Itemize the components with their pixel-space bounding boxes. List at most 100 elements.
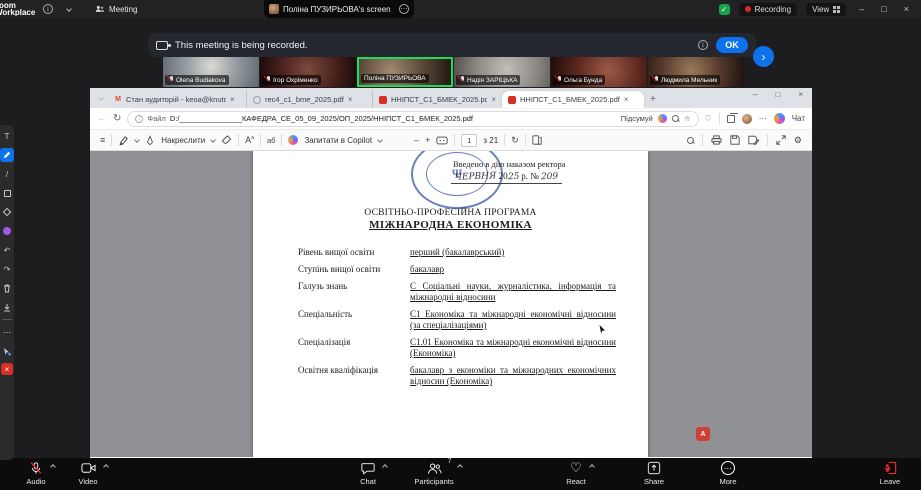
more-button[interactable]: ⋯ More bbox=[700, 460, 756, 486]
view-button[interactable]: View bbox=[806, 3, 846, 16]
page-view-icon[interactable] bbox=[532, 135, 542, 145]
video-tile[interactable]: Людмила Мельник bbox=[648, 57, 744, 87]
draw-label[interactable]: Накреслити bbox=[161, 136, 205, 145]
browser-tab-gmail[interactable]: M Стан аудиторій - keoa@knutd.co × bbox=[108, 91, 246, 108]
react-options-chevron[interactable] bbox=[589, 464, 595, 470]
line-tool-icon[interactable]: / bbox=[0, 167, 14, 181]
share-button[interactable]: Share bbox=[626, 460, 682, 486]
save-as-icon[interactable] bbox=[748, 135, 759, 145]
rotate-icon[interactable]: ↻ bbox=[511, 135, 519, 146]
security-shield-icon[interactable]: ✓ bbox=[719, 4, 730, 15]
close-annotation-icon[interactable]: × bbox=[1, 363, 13, 375]
field-row: Освітня кваліфікація бакалавр з економік… bbox=[298, 365, 620, 387]
chat-button[interactable]: Chat bbox=[340, 460, 396, 486]
info-icon[interactable]: i bbox=[698, 40, 708, 50]
window-minimize-button[interactable]: – bbox=[855, 4, 868, 14]
next-participants-button[interactable]: › bbox=[753, 46, 774, 67]
ask-copilot-label[interactable]: Запитати в Copilot bbox=[304, 136, 372, 145]
tab-close-icon[interactable]: × bbox=[348, 95, 353, 104]
copilot-icon[interactable] bbox=[774, 113, 785, 124]
tab-close-icon[interactable]: × bbox=[491, 95, 496, 104]
tab-options-icon[interactable]: ⋯ bbox=[399, 4, 409, 14]
video-tile[interactable]: Надія ЗАРІЦЬКА bbox=[454, 57, 550, 87]
profile-avatar[interactable] bbox=[742, 114, 752, 124]
tab-search-icon[interactable] bbox=[98, 95, 104, 101]
tab-meeting[interactable]: Meeting bbox=[95, 5, 137, 14]
chevron-down-icon[interactable] bbox=[134, 137, 140, 143]
zoom-in-icon[interactable]: + bbox=[425, 135, 430, 145]
info-icon[interactable]: i bbox=[43, 4, 53, 14]
video-tile-active-speaker[interactable]: Поліна ПУЗИРЬОВА bbox=[357, 57, 453, 87]
add-text-icon[interactable]: аб bbox=[267, 136, 275, 145]
chevron-down-icon[interactable] bbox=[66, 6, 72, 12]
copilot-chat-label[interactable]: Чат bbox=[792, 114, 805, 123]
settings-gear-icon[interactable]: ⚙ bbox=[794, 135, 802, 146]
table-of-contents-icon[interactable]: ≡ bbox=[100, 135, 105, 145]
ok-button[interactable]: OK bbox=[716, 37, 748, 53]
trash-icon[interactable] bbox=[0, 281, 14, 295]
rectangle-tool-icon[interactable] bbox=[0, 186, 14, 200]
page-info-icon[interactable]: i bbox=[135, 115, 143, 123]
color-picker-icon[interactable] bbox=[0, 224, 14, 238]
collections-icon[interactable] bbox=[727, 115, 735, 123]
browser-tab-pdf-active[interactable]: ННІПСТ_С1_БМЕК_2025.pdf × bbox=[502, 91, 644, 108]
favorite-star-icon[interactable]: ☆ bbox=[684, 114, 691, 123]
save-icon[interactable] bbox=[730, 135, 740, 145]
settings-menu-icon[interactable]: ⋯ bbox=[759, 114, 767, 123]
pointer-tool-icon[interactable] bbox=[0, 344, 14, 358]
window-maximize-button[interactable]: □ bbox=[877, 4, 890, 14]
acrobat-float-icon[interactable]: A bbox=[696, 427, 710, 441]
redo-icon[interactable]: ↷ bbox=[0, 262, 14, 276]
new-tab-button[interactable]: + bbox=[650, 94, 656, 105]
back-icon[interactable]: ← bbox=[97, 113, 107, 124]
browser-tab-pdf2[interactable]: ННІПСТ_С1_БМЕК_2025.pdf × bbox=[372, 91, 502, 108]
tab-close-icon[interactable]: × bbox=[624, 95, 629, 104]
pdf-viewport[interactable]: Ψ Введено в дію наказом ректора ЧЕРВНЯ 2… bbox=[90, 151, 812, 457]
url-field[interactable]: i Файл D:/_______________КАФЕДРА_СЕ_05_0… bbox=[127, 111, 698, 127]
video-button[interactable]: Video bbox=[60, 460, 116, 486]
participants-button[interactable]: 7 Participants bbox=[406, 460, 462, 486]
leave-button[interactable]: Leave bbox=[862, 460, 918, 486]
zoom-out-icon[interactable]: – bbox=[414, 135, 419, 145]
read-aloud-icon[interactable]: Aa bbox=[245, 135, 254, 145]
video-tile[interactable]: Ігор Охріменко bbox=[260, 57, 356, 87]
print-icon[interactable] bbox=[711, 135, 722, 145]
undo-icon[interactable]: ↶ bbox=[0, 243, 14, 257]
tab-close-icon[interactable]: × bbox=[230, 95, 235, 104]
video-options-chevron[interactable] bbox=[103, 464, 109, 470]
window-close-button[interactable]: × bbox=[900, 4, 913, 14]
browser-close-button[interactable]: × bbox=[789, 88, 812, 101]
page-number-input[interactable]: 1 bbox=[461, 134, 477, 147]
search-icon[interactable] bbox=[687, 137, 694, 144]
summarize-label[interactable]: Підсумуй bbox=[621, 114, 653, 123]
pen-tool-icon[interactable] bbox=[0, 148, 14, 162]
fullscreen-icon[interactable] bbox=[776, 135, 786, 145]
eraser-icon[interactable] bbox=[221, 135, 232, 145]
zoom-page-icon[interactable] bbox=[672, 115, 679, 122]
chevron-down-icon[interactable] bbox=[210, 137, 216, 143]
more-tools-icon[interactable]: ⋯ bbox=[0, 325, 14, 339]
save-annotation-icon[interactable] bbox=[0, 300, 14, 314]
react-button[interactable]: ♡ React bbox=[548, 460, 604, 486]
recording-label: Recording bbox=[755, 5, 791, 14]
pen-icon[interactable] bbox=[145, 135, 155, 146]
video-tile[interactable]: Ольга Бунда bbox=[551, 57, 647, 87]
text-tool-icon[interactable]: T bbox=[0, 129, 14, 143]
browser-essentials-icon[interactable]: ♡ bbox=[705, 114, 712, 123]
highlighter-icon[interactable] bbox=[118, 135, 129, 146]
fit-width-icon[interactable] bbox=[436, 136, 448, 145]
browser-tab-pdf1[interactable]: rec4_c1_bme_2025.pdf × bbox=[246, 91, 372, 108]
chat-options-chevron[interactable] bbox=[382, 464, 388, 470]
chevron-down-icon[interactable] bbox=[377, 137, 383, 143]
diamond-tool-icon[interactable] bbox=[0, 205, 14, 219]
copilot-summarize-icon[interactable] bbox=[658, 114, 667, 123]
audio-button[interactable]: Audio bbox=[8, 460, 64, 486]
video-tile[interactable]: Olena Budiakova bbox=[163, 57, 259, 87]
refresh-icon[interactable]: ↻ bbox=[113, 113, 121, 124]
browser-maximize-button[interactable]: □ bbox=[766, 88, 789, 101]
participants-options-chevron[interactable] bbox=[457, 464, 463, 470]
browser-minimize-button[interactable]: – bbox=[744, 88, 766, 101]
audio-options-chevron[interactable] bbox=[50, 464, 56, 470]
tab-shared-screen[interactable]: Поліна ПУЗИРЬОВА's screen ⋯ bbox=[264, 0, 414, 18]
copilot-icon[interactable] bbox=[288, 135, 298, 145]
